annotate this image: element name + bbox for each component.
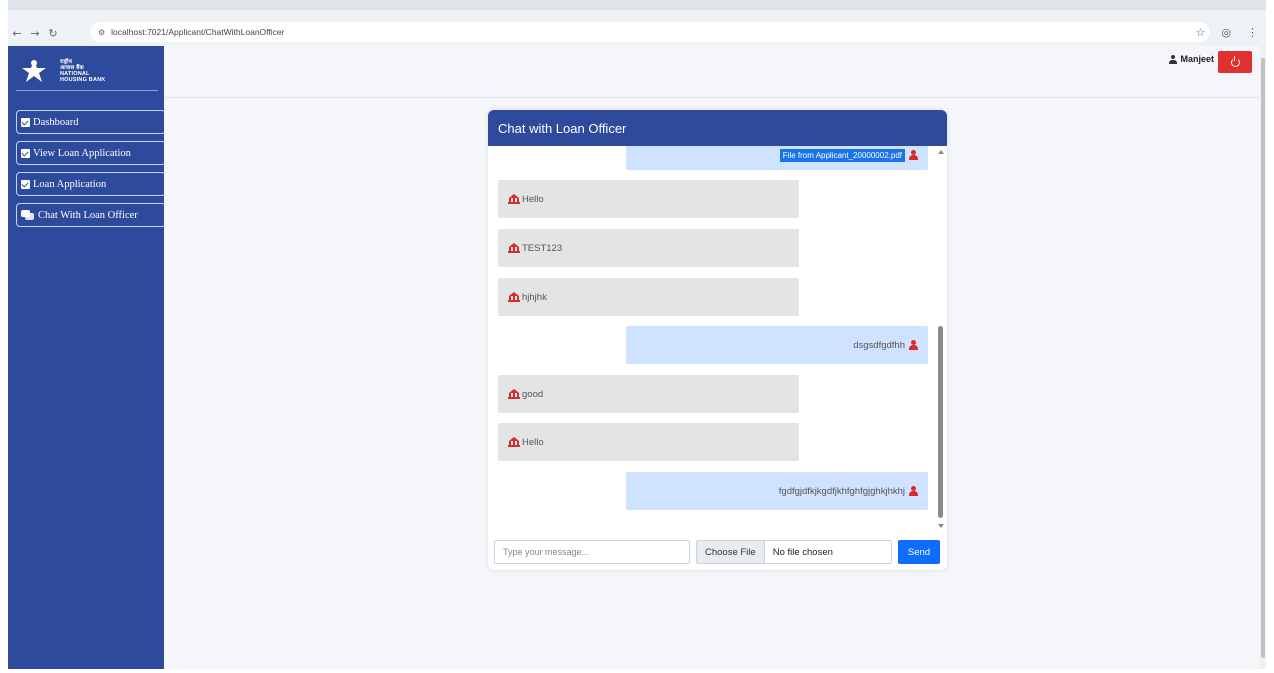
- chat-scrollbar[interactable]: [937, 150, 945, 528]
- chat-card: Chat with Loan Officer File from Applica…: [488, 110, 947, 570]
- person-icon: [909, 340, 918, 350]
- main-content: Manjeet Chat with Loan Officer File from…: [164, 46, 1260, 669]
- nhb-emblem-icon: [16, 57, 52, 85]
- choose-file-button[interactable]: Choose File: [697, 541, 765, 563]
- logout-button[interactable]: [1218, 51, 1252, 73]
- bank-icon: [508, 243, 520, 253]
- message-incoming: hjhjhk: [498, 278, 799, 316]
- reload-icon[interactable]: ↻: [44, 27, 62, 40]
- sidebar-item-label: View Loan Application: [33, 147, 131, 159]
- check-square-icon: [21, 117, 30, 127]
- logo-divider: [16, 90, 158, 91]
- page-scroll-thumb[interactable]: [1261, 58, 1265, 658]
- chat-header: Chat with Loan Officer: [488, 110, 947, 146]
- bank-icon: [508, 437, 520, 447]
- message-incoming: good: [498, 375, 799, 413]
- sidebar-item-dashboard[interactable]: Dashboard: [16, 110, 166, 134]
- comments-icon: [21, 210, 35, 220]
- scroll-up-icon[interactable]: [938, 150, 944, 154]
- send-button[interactable]: Send: [898, 540, 940, 564]
- chat-messages[interactable]: File from Applicant_20000002.pdf Hello T…: [488, 146, 947, 530]
- url-text: localhost:7021/Applicant/ChatWithLoanOff…: [111, 27, 285, 37]
- message-outgoing-file: File from Applicant_20000002.pdf: [626, 146, 928, 170]
- logo-line-4: HOUSING BANK: [60, 77, 106, 83]
- message-composer: Choose File No file chosen Send: [494, 539, 942, 565]
- chat-title: Chat with Loan Officer: [498, 120, 627, 136]
- power-icon: [1230, 55, 1240, 67]
- bank-icon: [508, 194, 520, 204]
- message-incoming: TEST123: [498, 229, 799, 267]
- scroll-thumb[interactable]: [938, 326, 943, 518]
- file-status: No file chosen: [772, 546, 833, 558]
- message-text: hjhjhk: [522, 291, 547, 303]
- logo-text: राष्ट्रीय आवास बैंक NATIONAL HOUSING BAN…: [60, 59, 105, 83]
- bookmark-star-icon[interactable]: ☆: [1196, 26, 1206, 39]
- person-icon: [909, 486, 918, 496]
- bank-icon: [508, 292, 520, 302]
- message-text: Hello: [522, 193, 544, 205]
- tab-strip: [8, 0, 1266, 10]
- sidebar-item-chat-with-loan-officer[interactable]: Chat With Loan Officer: [16, 203, 166, 227]
- message-text: good: [522, 388, 544, 400]
- user-display: Manjeet: [1169, 54, 1214, 64]
- message-input[interactable]: [494, 540, 690, 564]
- message-incoming: Hello: [498, 423, 799, 461]
- message-text: Hello: [522, 436, 544, 448]
- sidebar-item-view-loan-application[interactable]: View Loan Application: [16, 141, 166, 165]
- check-square-icon: [21, 179, 30, 189]
- scroll-down-icon[interactable]: [938, 524, 944, 528]
- message-text: dsgsdfgdfhh: [853, 339, 905, 351]
- message-outgoing: dsgsdfgdfhh: [626, 326, 928, 364]
- message-text: fgdfgjdfkjkgdfjkhfghfgjghkjhkhj: [778, 485, 905, 497]
- top-header: Manjeet: [164, 46, 1260, 98]
- person-icon: [909, 150, 918, 160]
- window-frame-bottom: [8, 669, 1266, 673]
- user-name: Manjeet: [1180, 54, 1214, 64]
- window-frame: [1266, 0, 1274, 673]
- sidebar-menu: Dashboard View Loan Application Loan App…: [16, 110, 166, 234]
- message-outgoing: fgdfgjdfkjkgdfjkhfghfgjghkjhkhj: [626, 472, 928, 510]
- sidebar-item-loan-application[interactable]: Loan Application: [16, 172, 166, 196]
- back-arrow-icon[interactable]: ←: [8, 27, 26, 40]
- message-text: TEST123: [522, 242, 563, 254]
- browser-actions: ☆ ◎ ⋮: [1196, 22, 1258, 42]
- sidebar: राष्ट्रीय आवास बैंक NATIONAL HOUSING BAN…: [8, 46, 166, 669]
- file-link[interactable]: File from Applicant_20000002.pdf: [779, 148, 905, 162]
- user-icon: [1169, 54, 1178, 64]
- sidebar-item-label: Loan Application: [33, 178, 107, 190]
- browser-chrome: ← → ↻ ⚙ localhost:7021/Applicant/ChatWit…: [8, 0, 1266, 46]
- browser-navbar: ← → ↻ ⚙ localhost:7021/Applicant/ChatWit…: [8, 22, 1266, 44]
- file-picker[interactable]: Choose File No file chosen: [696, 540, 892, 564]
- message-incoming: Hello: [498, 180, 799, 218]
- sidebar-item-label: Dashboard: [33, 116, 79, 128]
- bank-icon: [508, 389, 520, 399]
- site-info-icon[interactable]: ⚙: [98, 28, 105, 37]
- sidebar-item-label: Chat With Loan Officer: [38, 209, 138, 221]
- profile-icon[interactable]: ◎: [1221, 26, 1231, 39]
- forward-arrow-icon[interactable]: →: [26, 27, 44, 40]
- check-square-icon: [21, 148, 30, 158]
- address-bar[interactable]: ⚙ localhost:7021/Applicant/ChatWithLoanO…: [90, 22, 1210, 42]
- kebab-menu-icon[interactable]: ⋮: [1247, 26, 1258, 39]
- nhb-logo[interactable]: राष्ट्रीय आवास बैंक NATIONAL HOUSING BAN…: [16, 54, 156, 88]
